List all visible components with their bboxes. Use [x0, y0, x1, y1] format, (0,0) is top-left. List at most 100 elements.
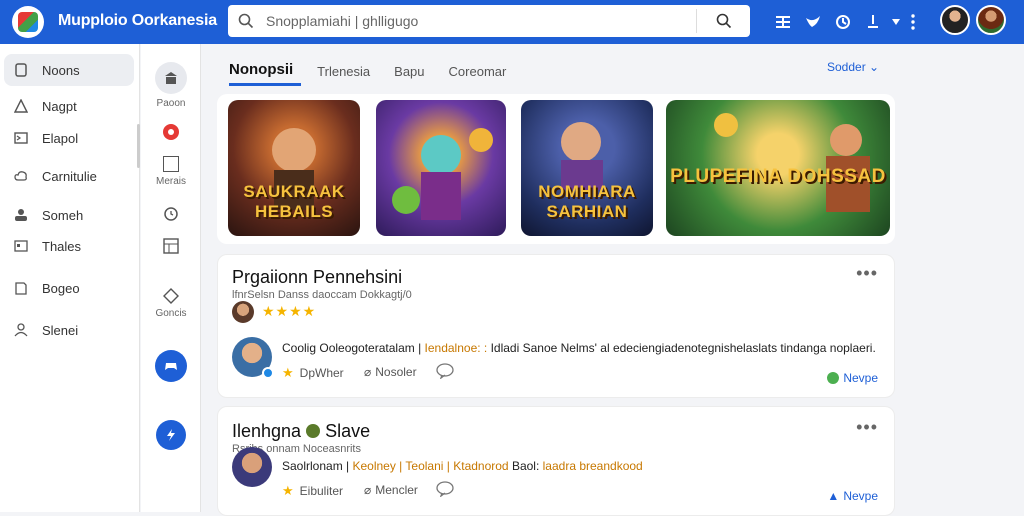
- globe-icon: [827, 372, 840, 384]
- record-icon: [163, 124, 179, 140]
- bolt-icon: [156, 420, 186, 450]
- like-action[interactable]: ★ DpWher: [282, 365, 344, 381]
- post-body-highlight: Iendalnoe: :: [424, 341, 488, 355]
- rail-label: Merais: [155, 176, 186, 187]
- rail-item-grid[interactable]: [141, 238, 201, 254]
- rail-label: Goncis: [155, 308, 187, 319]
- avatar-profile[interactable]: [976, 5, 1006, 35]
- rail-item-record[interactable]: [141, 124, 201, 140]
- game-tile[interactable]: SAUKRAAK HEBAILS: [228, 100, 360, 236]
- sidebar-item-library[interactable]: Bogeo: [4, 272, 134, 304]
- topbar-actions: [768, 8, 922, 36]
- book-icon: [12, 279, 30, 297]
- clock-icon: [164, 207, 178, 221]
- search-input[interactable]: Snopplamiahi | ghlligugo: [266, 13, 418, 29]
- sort-dropdown[interactable]: Sodder ⌄: [827, 60, 879, 74]
- rail-item-menus[interactable]: Merais: [141, 156, 201, 187]
- comment-action[interactable]: ⌀ Nosoler: [364, 365, 417, 379]
- game-tile[interactable]: [376, 100, 506, 236]
- game-title: PLUPEFINA DOHSSAD: [670, 166, 886, 187]
- sidebar: Noons Nagpt Elapol Carnitulie Someh Thal…: [0, 44, 140, 512]
- link-icon: ⌀: [364, 365, 372, 379]
- avatar-user[interactable]: [940, 5, 970, 35]
- tab-featured[interactable]: Nonopsii: [229, 56, 302, 86]
- sidebar-item-home[interactable]: Noons: [4, 54, 134, 86]
- sidebar-item-alerts[interactable]: Nagpt: [4, 90, 134, 122]
- sidebar-item-groups[interactable]: Someh: [4, 199, 134, 231]
- sidebar-item-messages[interactable]: Elapol: [4, 122, 134, 154]
- more-options-icon[interactable]: •••: [856, 417, 878, 438]
- chat-bubble-icon: [436, 481, 454, 497]
- tab-trending[interactable]: Trlenesia: [317, 56, 378, 86]
- comment-label: Mencler: [375, 483, 418, 497]
- comment-label: Nosoler: [375, 365, 417, 379]
- search-submit-icon: [716, 13, 732, 29]
- sidebar-item-label: Nagpt: [42, 98, 77, 114]
- search-bar[interactable]: Snopplamiahi | ghlligugo: [228, 5, 750, 37]
- post-body: Coolig Ooleogoteratalam | Iendalnoe: : I…: [282, 341, 876, 355]
- person-icon: [12, 321, 30, 339]
- author-avatar-small[interactable]: [232, 301, 254, 323]
- sidebar-item-store[interactable]: Thales: [4, 230, 134, 262]
- chat-action[interactable]: [436, 363, 454, 379]
- user-icon[interactable]: [858, 8, 888, 36]
- sidebar-item-label: Bogeo: [42, 280, 80, 296]
- game-tile[interactable]: PLUPEFINA DOHSSAD: [666, 100, 890, 236]
- chat-action[interactable]: [436, 481, 454, 497]
- rail-item-games[interactable]: Goncis: [141, 288, 201, 319]
- search-button[interactable]: [708, 9, 740, 33]
- post-body-text: Coolig Ooleogoteratalam |: [282, 341, 425, 355]
- rail-label: Paoon: [156, 98, 186, 109]
- post-card: Ilenhgna Slave ••• Rsribs onnam Noceasnr…: [217, 406, 895, 516]
- post-title[interactable]: Ilenhgna Slave: [232, 421, 370, 442]
- sidebar-item-label: Thales: [42, 238, 82, 254]
- game-gallery: SAUKRAAK HEBAILS NOMHIARA SARHIAN PLUPEF…: [217, 94, 895, 244]
- star-rating: ★★★★: [262, 303, 317, 319]
- rail-item-clock[interactable]: [141, 206, 201, 222]
- search-icon: [238, 13, 254, 29]
- sidebar-item-profile[interactable]: Slenei: [4, 314, 134, 346]
- message-icon: [12, 129, 30, 147]
- alert-icon: [12, 97, 30, 115]
- grid-icon[interactable]: [768, 8, 798, 36]
- online-dot-icon: [262, 367, 274, 379]
- tab-coreomar[interactable]: Coreomar: [449, 56, 515, 86]
- like-label: DpWher: [299, 366, 344, 380]
- post-body: Saolrlonam | Keolney | Teolani | Ktadnor…: [282, 459, 643, 473]
- tab-bar: Nonopsii Trlenesia Bapu Coreomar: [229, 56, 530, 86]
- like-action[interactable]: ★ Eibuliter: [282, 483, 343, 499]
- post-body-text: Saolrlonam |: [282, 459, 353, 473]
- author-avatar[interactable]: [232, 447, 272, 487]
- app-logo[interactable]: [12, 6, 44, 38]
- sidebar-item-label: Elapol: [42, 130, 79, 146]
- rail-item-bolt[interactable]: [141, 420, 201, 450]
- diamond-icon: [163, 288, 179, 304]
- quick-rail: Paoon Merais Goncis: [141, 44, 201, 512]
- post-card: Prgaiionn Pennehsini ••• lfnrSelsn Danss…: [217, 254, 895, 398]
- view-link[interactable]: Nevpe: [827, 371, 878, 385]
- caret-down-icon[interactable]: [888, 8, 904, 36]
- bird-icon[interactable]: [798, 8, 828, 36]
- sort-label: Sodder: [827, 60, 866, 74]
- post-title[interactable]: Prgaiionn Pennehsini: [232, 267, 402, 288]
- search-divider: [696, 9, 697, 33]
- top-bar: Mupploio Oorkanesia Snopplamiahi | ghlli…: [0, 0, 1024, 44]
- tab-bapu[interactable]: Bapu: [394, 56, 432, 86]
- app-title: Mupploio Oorkanesia: [58, 12, 217, 29]
- logo-mark-icon: [18, 12, 38, 32]
- comment-action[interactable]: ⌀ Mencler: [364, 483, 418, 497]
- game-tile[interactable]: NOMHIARA SARHIAN: [521, 100, 653, 236]
- grid-box-icon: [163, 238, 179, 254]
- rail-item-building[interactable]: Paoon: [141, 62, 201, 109]
- history-icon[interactable]: [828, 8, 858, 36]
- star-icon: ★: [282, 365, 294, 380]
- sidebar-item-label: Carnitulie: [42, 168, 97, 184]
- view-link[interactable]: ▲ Nevpe: [827, 489, 878, 503]
- sidebar-item-community[interactable]: Carnitulie: [4, 160, 134, 192]
- more-vertical-icon[interactable]: [904, 8, 922, 36]
- square-icon: [163, 156, 179, 172]
- rail-item-controller[interactable]: [141, 350, 201, 382]
- more-options-icon[interactable]: •••: [856, 263, 878, 284]
- link-icon: ⌀: [364, 483, 372, 497]
- sidebar-scrollbar[interactable]: [137, 124, 140, 168]
